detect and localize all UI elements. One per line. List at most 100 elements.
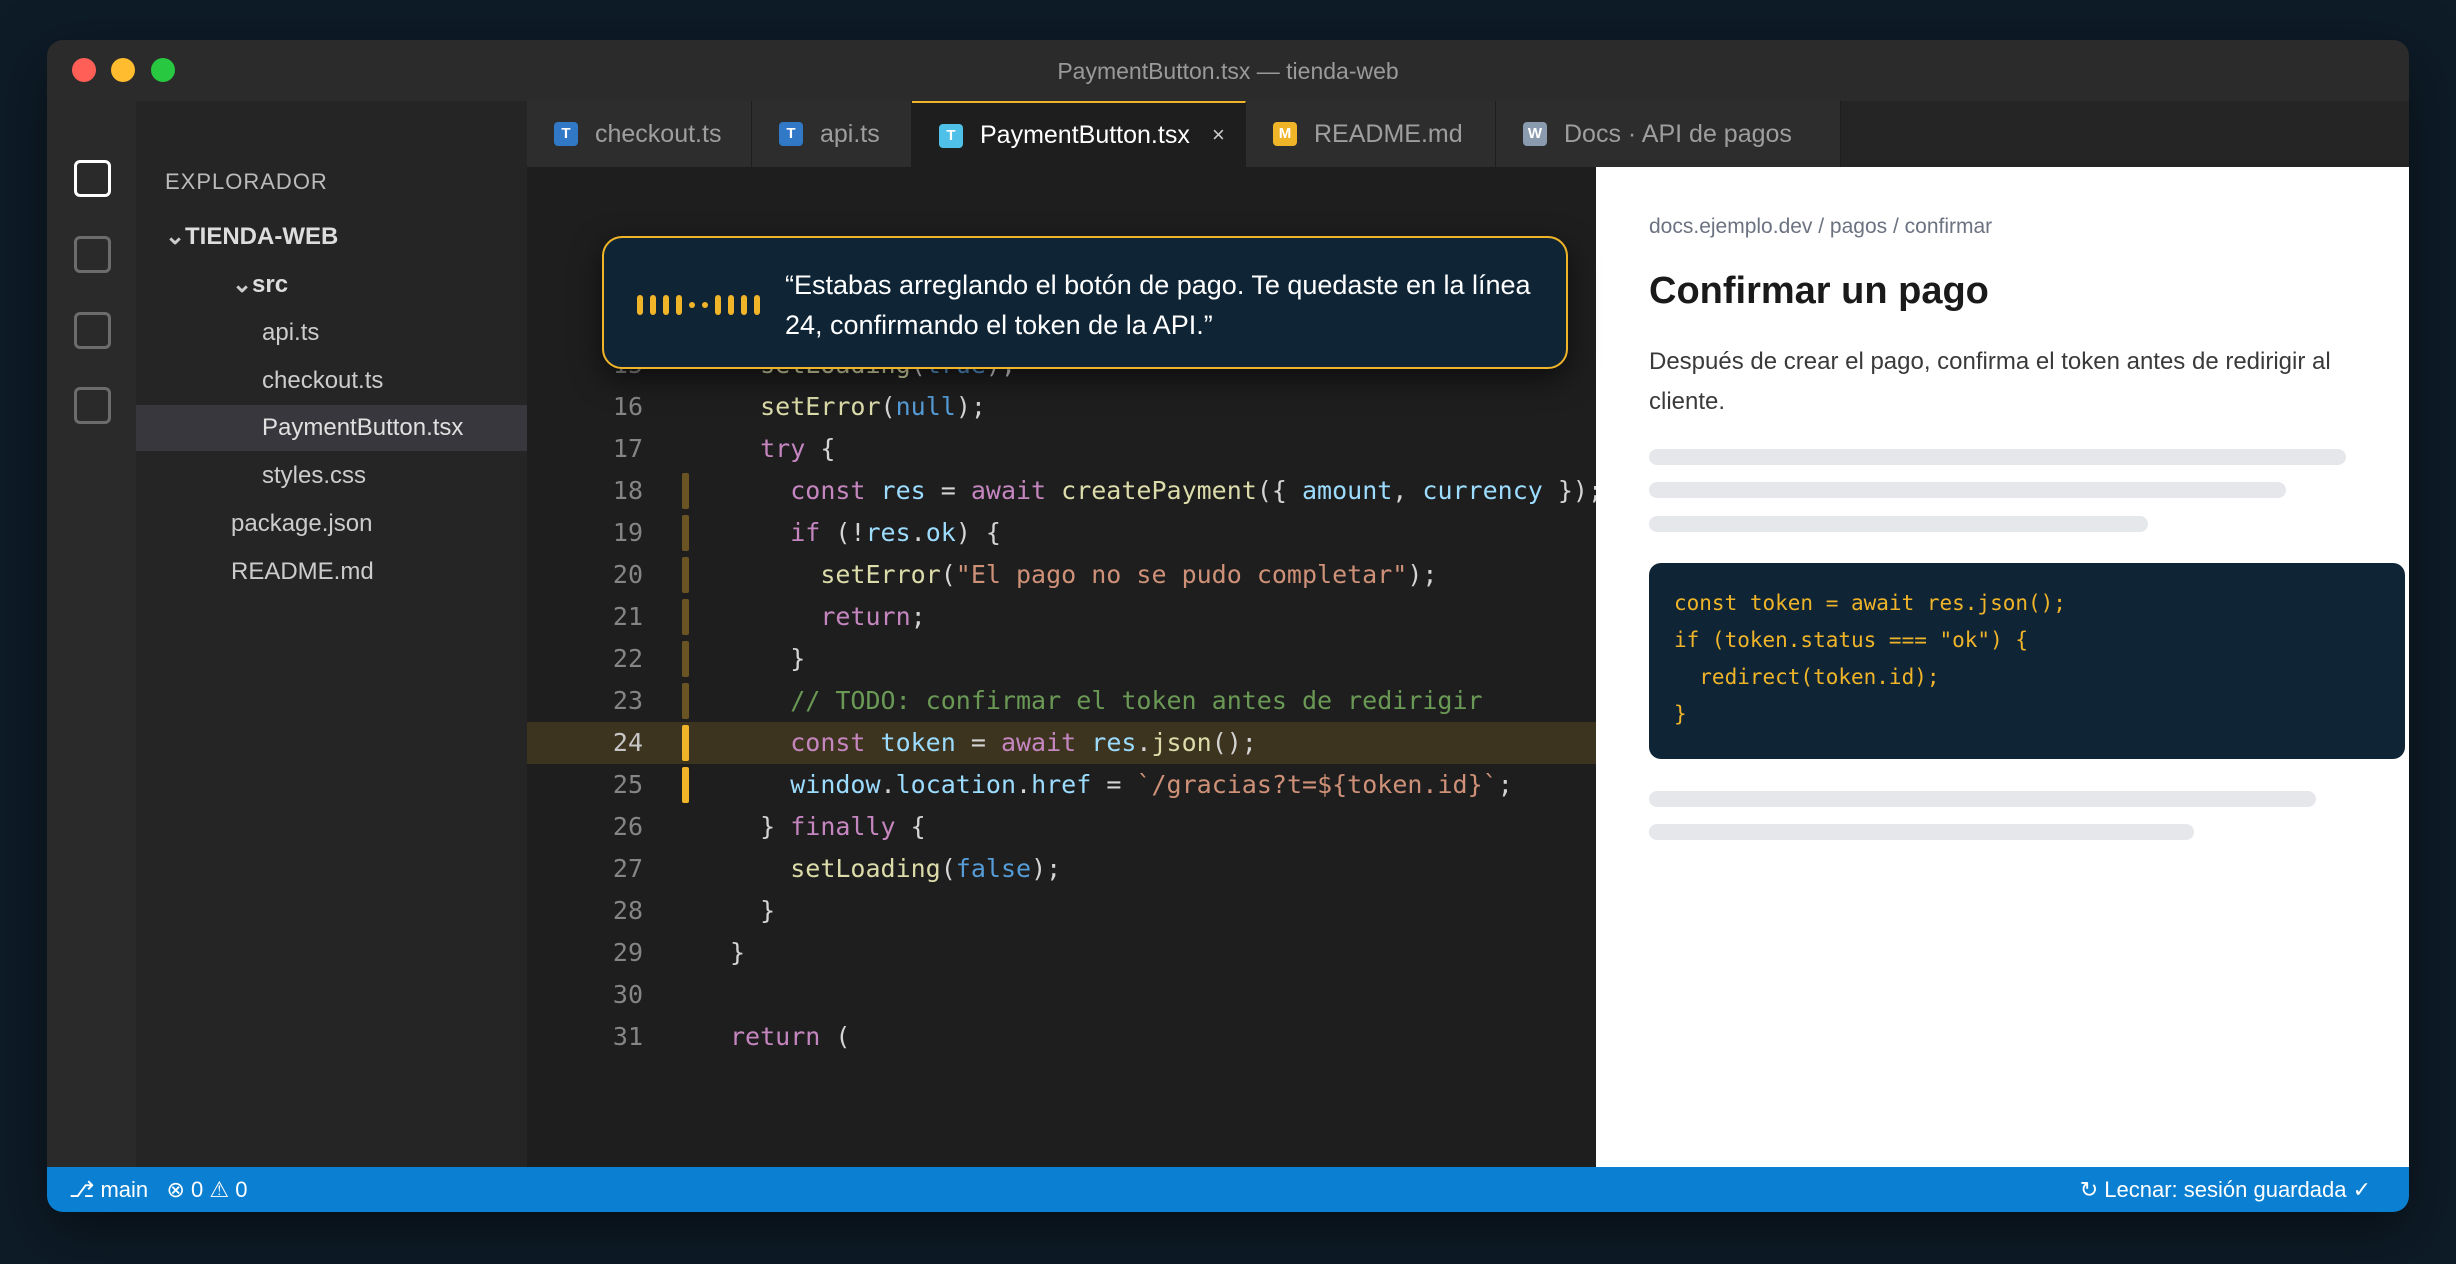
line-number: 24 [612,728,643,757]
code-text: if (!res.ok) { [790,518,1001,547]
code-text: } [730,896,776,925]
skeleton-line [1649,824,2194,840]
activity-bar [47,101,136,1167]
editor-window: PaymentButton.tsx — tienda-web EXPLORADO… [47,40,2409,1212]
line-number: 22 [612,644,643,673]
file-item[interactable]: api.ts [136,310,527,356]
code-text: } finally { [730,812,926,841]
chevron-down-icon: ⌄ [232,271,253,298]
branch-indicator[interactable]: ⎇ main [69,1177,148,1202]
change-marker [682,473,689,509]
code-line[interactable]: 29} [527,932,1596,974]
explorer-sidebar: EXPLORADOR ⌄TIENDA-WEB ⌄src api.ts check… [136,101,527,1167]
file-item[interactable]: package.json [136,501,527,547]
tab-checkout[interactable]: T checkout.ts [527,101,752,167]
code-text: return; [820,602,926,631]
line-number: 25 [612,770,643,799]
change-marker [682,641,689,677]
change-marker [682,725,689,761]
code-line[interactable]: 19 if (!res.ok) { [527,512,1596,554]
change-marker [682,767,689,803]
skeleton-line [1649,449,2346,465]
web-icon: W [1523,122,1547,146]
tab-bar: T checkout.ts T api.ts T PaymentButton.t… [527,101,2409,167]
problems-indicator[interactable]: ⊗ 0 ⚠ 0 [167,1177,248,1202]
extensions-icon[interactable] [74,387,111,424]
skeleton-line [1649,791,2316,807]
code-text: return ( [730,1022,851,1051]
code-line[interactable]: 21 return; [527,596,1596,638]
window-title: PaymentButton.tsx — tienda-web [1057,58,1399,84]
line-number: 21 [612,602,643,631]
search-icon[interactable] [74,236,111,273]
file-item-selected[interactable]: PaymentButton.tsx [136,405,527,451]
line-number: 28 [612,896,643,925]
code-text: setError("El pago no se pudo completar")… [820,560,1438,589]
code-line[interactable]: 24 const token = await res.json(); [527,722,1596,764]
file-item[interactable]: styles.css [136,453,527,499]
resume-banner[interactable]: “Estabas arreglando el botón de pago. Te… [602,236,1568,369]
code-text: try { [760,434,836,463]
audio-wave-icon [637,290,761,320]
folder-root[interactable]: ⌄TIENDA-WEB [136,214,527,260]
code-line[interactable]: 16 setError(null); [527,386,1596,428]
line-number: 30 [612,980,643,1009]
file-item[interactable]: checkout.ts [136,358,527,404]
code-text: window.location.href = `/gracias?t=${tok… [790,770,1513,799]
typescript-icon: T [779,122,803,146]
docs-heading: Confirmar un pago [1649,270,1989,312]
code-line[interactable]: 26 } finally { [527,806,1596,848]
tab-paymentbutton[interactable]: T PaymentButton.tsx × [912,101,1246,167]
change-marker [682,515,689,551]
docs-paragraph: Después de crear el pago, confirma el to… [1649,348,2331,415]
skeleton-line [1649,482,2286,498]
code-line[interactable]: 22 } [527,638,1596,680]
close-tab-icon[interactable]: × [1212,103,1225,167]
code-text: setError(null); [760,392,986,421]
code-line[interactable]: 17 try { [527,428,1596,470]
tab-label: README.md [1314,120,1463,148]
code-line[interactable]: 20 setError("El pago no se pudo completa… [527,554,1596,596]
markdown-icon: M [1273,122,1297,146]
code-line[interactable]: 18 const res = await createPayment({ amo… [527,470,1596,512]
code-line[interactable]: 23 // TODO: confirmar el token antes de … [527,680,1596,722]
file-item[interactable]: README.md [136,549,527,595]
code-line[interactable]: 28 } [527,890,1596,932]
code-text: const token = await res.json(); [790,728,1257,757]
code-line[interactable]: 27 setLoading(false); [527,848,1596,890]
docs-panel: docs.ejemplo.dev / pagos / confirmar Con… [1596,167,2409,1167]
change-marker [682,599,689,635]
code-line[interactable]: 31 return ( [527,1016,1596,1058]
code-text: const res = await createPayment({ amount… [790,476,1596,505]
title-bar: PaymentButton.tsx — tienda-web [47,40,2409,101]
code-line[interactable]: 25 window.location.href = `/gracias?t=${… [527,764,1596,806]
tab-label: Docs · API de pagos [1564,120,1792,148]
typescript-icon: T [554,122,578,146]
line-number: 29 [612,938,643,967]
banner-message: “Estabas arreglando el botón de pago. Te… [785,270,1531,340]
line-number: 26 [612,812,643,841]
tab-label: api.ts [820,120,880,148]
breadcrumb[interactable]: docs.ejemplo.dev / pagos / confirmar [1649,215,1992,239]
skeleton-line [1649,516,2148,532]
tab-docs[interactable]: W Docs · API de pagos [1496,101,1841,167]
status-bar: ⎇ main ⊗ 0 ⚠ 0 ↻ Lecnar: sesión guardada… [47,1167,2409,1212]
line-number: 16 [612,392,643,421]
line-number: 27 [612,854,643,883]
chevron-down-icon: ⌄ [165,223,186,250]
line-number: 23 [612,686,643,715]
line-number: 18 [612,476,643,505]
tab-readme[interactable]: M README.md [1246,101,1496,167]
tab-api[interactable]: T api.ts [752,101,912,167]
source-control-icon[interactable] [74,312,111,349]
code-text: } [730,644,806,673]
session-status[interactable]: ↻ Lecnar: sesión guardada ✓ [2080,1167,2371,1212]
code-line[interactable]: 30 [527,974,1596,1016]
folder-src-label: src [252,271,289,298]
line-number: 17 [612,434,643,463]
explorer-icon[interactable] [74,160,111,197]
folder-src[interactable]: ⌄src [136,262,527,308]
typescript-react-icon: T [939,124,963,148]
line-number: 31 [612,1022,643,1051]
folder-root-label: TIENDA-WEB [185,223,339,250]
